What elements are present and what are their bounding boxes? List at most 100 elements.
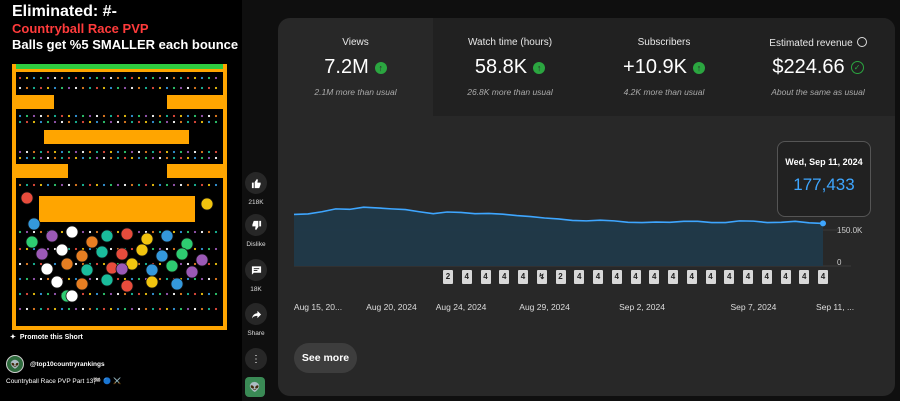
data-point[interactable] (335, 208, 337, 210)
upload-marker-badge[interactable]: 4 (780, 270, 791, 284)
comment-icon[interactable] (245, 259, 267, 281)
data-point[interactable] (627, 221, 629, 223)
data-point[interactable] (460, 211, 462, 213)
upload-marker-badge[interactable]: 4 (480, 270, 491, 284)
data-point[interactable] (293, 213, 295, 215)
arena-peg (193, 247, 197, 251)
dislike-action[interactable]: Dislike (244, 214, 268, 248)
data-point[interactable] (543, 217, 545, 219)
share-icon[interactable] (245, 303, 267, 325)
more-action[interactable]: ⋮ (244, 348, 268, 370)
upload-marker-badge[interactable]: 4 (649, 270, 660, 284)
arena-peg (102, 114, 106, 118)
promote-short-button[interactable]: ✦ Promote this Short (0, 330, 242, 344)
promote-label: Promote this Short (19, 333, 83, 341)
upload-marker-badge[interactable]: 2 (555, 270, 566, 284)
share-action[interactable]: Share (244, 303, 268, 337)
data-point[interactable] (432, 212, 434, 214)
data-point[interactable] (655, 221, 657, 223)
arena-peg (200, 86, 204, 90)
data-point[interactable] (780, 221, 782, 223)
data-point[interactable] (376, 207, 378, 209)
series-area (294, 207, 823, 266)
analytics-panel: Views 7.2M ↑ 2.1M more than usual Watch … (278, 18, 895, 396)
countryball (65, 289, 79, 303)
channel-row[interactable]: 👽 @top10countryrankings (6, 355, 105, 373)
upload-marker-badge[interactable]: 2 (443, 270, 453, 284)
arena-peg (25, 76, 29, 80)
arena-peg (214, 150, 218, 154)
data-point[interactable] (738, 220, 740, 222)
data-point[interactable] (362, 206, 364, 208)
arena-peg (46, 292, 50, 296)
data-point[interactable] (613, 220, 615, 222)
data-point[interactable] (474, 212, 476, 214)
channel-name[interactable]: @top10countryrankings (30, 361, 105, 368)
data-point[interactable] (683, 220, 685, 222)
upload-marker-badge[interactable]: 4 (724, 270, 735, 284)
comment-action[interactable]: 18K (244, 259, 268, 293)
thumbs-down-icon[interactable] (245, 214, 267, 236)
data-point[interactable] (697, 220, 699, 222)
data-point[interactable] (529, 215, 531, 217)
upload-marker-badge[interactable]: 4 (668, 270, 678, 284)
upload-marker-badge[interactable]: 4 (743, 270, 753, 284)
sound-avatar-icon[interactable]: 👽 (245, 377, 265, 397)
data-point[interactable] (321, 211, 323, 213)
upload-marker-badge[interactable]: 4 (799, 270, 810, 284)
arena-peg (74, 114, 78, 118)
upload-marker-badge[interactable]: 4 (611, 270, 622, 284)
data-point[interactable] (808, 222, 810, 224)
arena-peg (200, 114, 204, 118)
upload-marker-badge[interactable]: 4 (630, 270, 641, 284)
data-point[interactable] (752, 220, 754, 222)
data-point[interactable] (710, 221, 712, 223)
upload-marker-badge[interactable]: 4 (461, 270, 472, 284)
upload-marker-badge[interactable]: 4 (518, 270, 528, 284)
upload-marker-badge[interactable]: 4 (705, 270, 716, 284)
like-action[interactable]: 218K (244, 172, 268, 206)
arena-peg (39, 156, 43, 160)
upload-marker-badge[interactable]: 4 (686, 270, 697, 284)
upload-marker-badge[interactable]: ↯ (536, 270, 547, 284)
arena-peg (60, 230, 64, 234)
data-point[interactable] (599, 219, 601, 221)
arena-peg (46, 86, 50, 90)
data-point[interactable] (488, 212, 490, 214)
data-point[interactable] (502, 213, 504, 215)
data-point[interactable] (390, 208, 392, 210)
data-point[interactable] (557, 218, 559, 220)
channel-avatar[interactable]: 👽 (6, 355, 24, 373)
comment-count: 18K (250, 286, 262, 293)
short-video-player[interactable]: Eliminated: #- Countryball Race PVP Ball… (0, 0, 242, 401)
upload-marker-badge[interactable]: 4 (593, 270, 603, 284)
arena-peg (214, 183, 218, 187)
see-more-button[interactable]: See more (294, 343, 357, 373)
data-point[interactable] (724, 221, 726, 223)
data-point[interactable] (418, 211, 420, 213)
data-point[interactable] (641, 221, 643, 223)
data-point[interactable] (404, 208, 406, 210)
upload-marker-badge[interactable]: 4 (574, 270, 585, 284)
thumbs-up-icon[interactable] (245, 172, 267, 194)
data-point[interactable] (446, 211, 448, 213)
data-point[interactable] (307, 213, 309, 215)
upload-marker-badge[interactable]: 4 (818, 270, 828, 284)
arena-peg (172, 86, 176, 90)
arena-peg (39, 76, 43, 80)
data-point[interactable] (669, 221, 671, 223)
upload-marker-badge[interactable]: 4 (499, 270, 510, 284)
highlighted-data-point[interactable] (820, 220, 826, 227)
upload-marker-badge[interactable]: 4 (761, 270, 772, 284)
arena-peg (25, 86, 29, 90)
data-point[interactable] (766, 221, 768, 223)
data-point[interactable] (571, 219, 573, 221)
data-point[interactable] (516, 214, 518, 216)
more-vert-icon[interactable]: ⋮ (245, 348, 267, 370)
data-point[interactable] (585, 220, 587, 222)
data-point[interactable] (794, 220, 796, 222)
arena-peg (137, 156, 141, 160)
arena-peg (144, 307, 148, 311)
data-point[interactable] (348, 208, 350, 210)
arena-peg (193, 150, 197, 154)
